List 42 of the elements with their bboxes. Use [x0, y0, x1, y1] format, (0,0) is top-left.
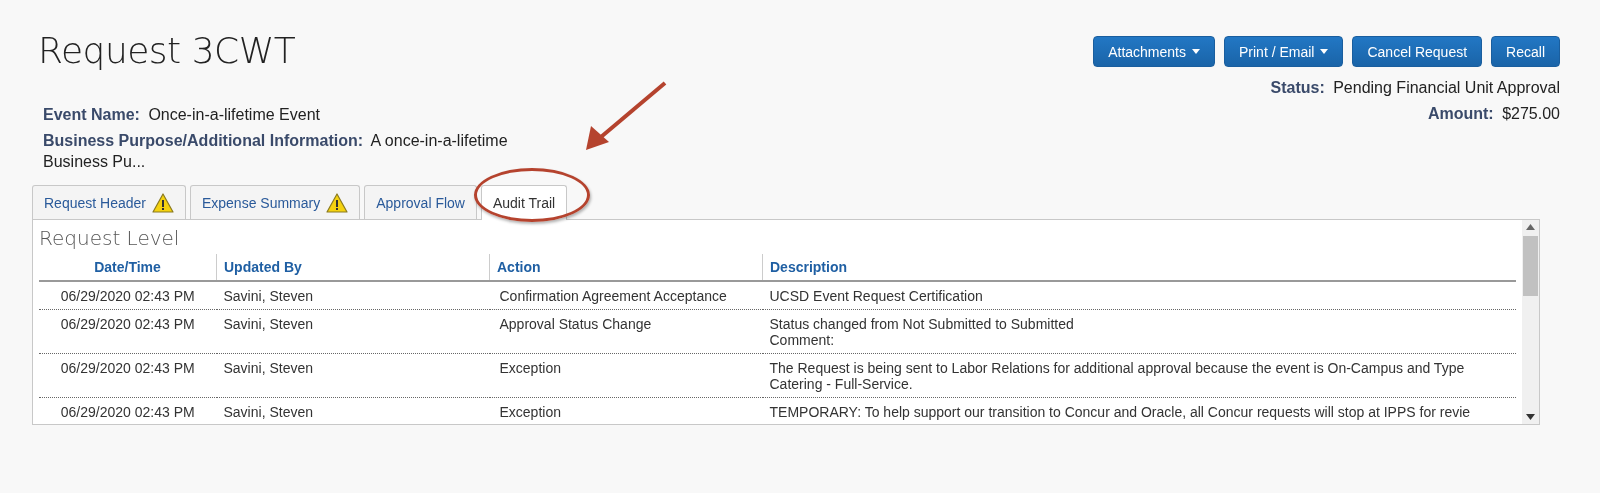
table-cell: Savini, Steven	[216, 281, 490, 310]
scrollbar[interactable]	[1522, 220, 1539, 424]
table-cell: Savini, Steven	[216, 397, 490, 424]
dropdown-button[interactable]: Attachments	[1093, 36, 1215, 67]
summary-value: $275.00	[1502, 105, 1560, 122]
table-cell: 06/29/2020 02:43 PM	[39, 397, 217, 424]
scroll-up-icon[interactable]	[1526, 224, 1535, 230]
summary-label: Status:	[1270, 79, 1325, 96]
action-button[interactable]: Recall	[1491, 36, 1560, 67]
tab[interactable]: Request Header	[32, 185, 186, 219]
section-title: Request Level	[39, 226, 181, 252]
page-title: Request 3CWT	[38, 30, 297, 73]
table-cell: UCSD Event Request Certification	[769, 288, 983, 304]
column-header: Date/Time	[39, 254, 217, 281]
table-cell: The Request is being sent to Labor Relations for additional approval because the event is On-Campus and Type	[769, 360, 1465, 376]
scroll-down-icon[interactable]	[1526, 414, 1535, 420]
table-cell: 06/29/2020 02:43 PM	[39, 353, 217, 398]
field-text: Business Purpose/Additional Information: A once-in-a-lifetime Business Pu...	[43, 131, 509, 172]
dropdown-button[interactable]: Print / Email	[1224, 36, 1344, 67]
table-cell: 06/29/2020 02:43 PM	[39, 281, 217, 310]
table-cell: Exception	[489, 353, 763, 398]
column-header: Action	[489, 254, 763, 281]
table-cell: 06/29/2020 02:43 PM	[39, 309, 217, 354]
column-header: Description	[762, 254, 1516, 281]
table-cell: Catering - Full-Service.	[769, 376, 913, 392]
summary-label: Amount:	[1427, 105, 1494, 122]
table-cell: Comment:	[769, 332, 835, 348]
tab[interactable]: Expense Summary	[189, 185, 361, 219]
table-cell: Confirmation Agreement Acceptance	[489, 281, 763, 310]
table-cell: Savini, Steven	[216, 353, 490, 398]
table-cell: Savini, Steven	[216, 309, 490, 354]
table-cell: Approval Status Change	[489, 309, 763, 354]
table-cell: Exception	[489, 397, 763, 424]
action-button[interactable]: Cancel Request	[1352, 36, 1483, 67]
scroll-thumb[interactable]	[1523, 236, 1538, 296]
field-text: Event Name: Once-in-a-lifetime Event	[43, 105, 321, 125]
table-cell: TEMPORARY: To help support our transition to Concur and Oracle, all Concur requests will stop at IPPS for revie	[769, 404, 1471, 420]
column-header: Updated By	[216, 254, 490, 281]
summary-value: Pending Financial Unit Approval	[1333, 79, 1560, 96]
tab[interactable]: Audit Trail	[480, 185, 568, 220]
tab[interactable]: Approval Flow	[364, 185, 477, 219]
table-cell: Status changed from Not Submitted to Submitted	[769, 316, 1074, 332]
